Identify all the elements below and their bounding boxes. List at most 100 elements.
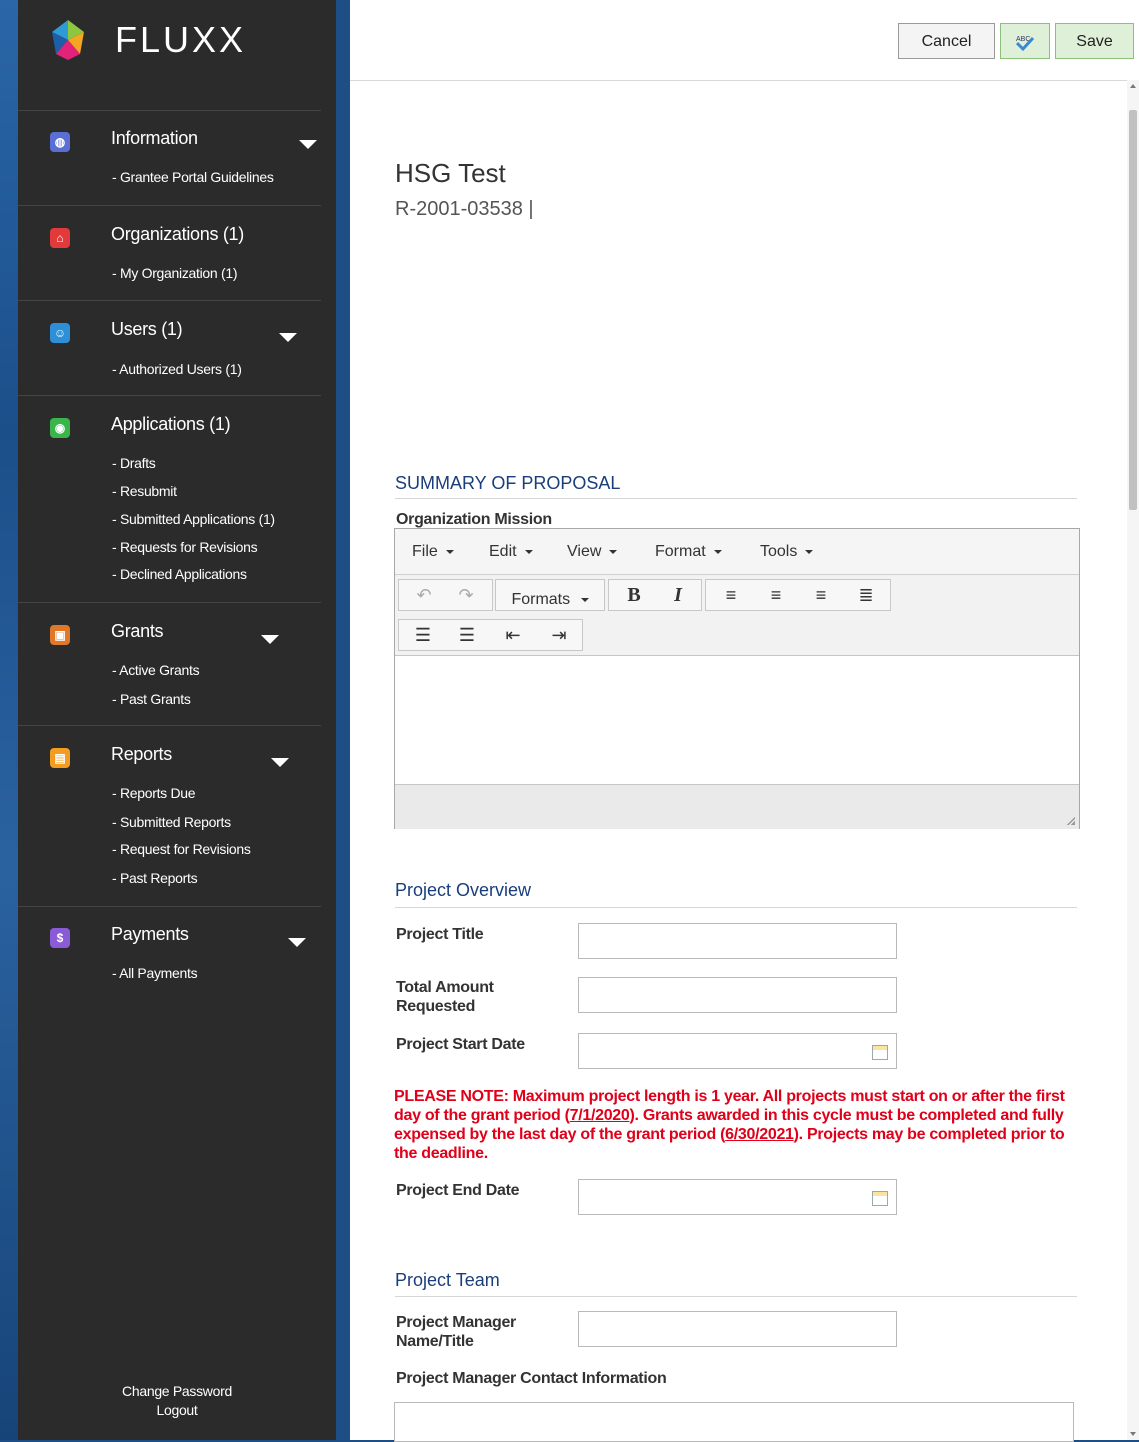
project-title-input[interactable] (578, 923, 897, 959)
bold-icon[interactable]: B (615, 580, 653, 610)
formats-dropdown[interactable]: Formats (495, 579, 605, 611)
menu-tools[interactable]: Tools (760, 543, 813, 561)
organization-icon: ⌂ (50, 228, 70, 248)
nav-item-all-payments[interactable]: - All Payments (112, 965, 198, 981)
undo-icon[interactable]: ↶ (405, 580, 443, 610)
project-start-date-input[interactable] (578, 1033, 897, 1069)
total-amount-label-line: Requested (396, 998, 476, 1015)
outdent-icon[interactable]: ⇤ (493, 620, 533, 650)
save-button[interactable]: Save (1055, 23, 1134, 59)
indent-icon[interactable]: ⇥ (539, 620, 579, 650)
menu-format[interactable]: Format (655, 543, 722, 561)
nav-item-submitted-applications[interactable]: - Submitted Applications (1) (112, 511, 275, 527)
nav-title: Information (111, 128, 198, 148)
nav-item-reports-due[interactable]: - Reports Due (112, 785, 196, 801)
calendar-icon[interactable] (872, 1045, 888, 1060)
main-content: Cancel ABC Save HSG Test R-2001-03538 | … (350, 0, 1139, 1442)
nav-title: Users (1) (111, 319, 183, 339)
nav-header-reports[interactable]: ▤ Reports (18, 742, 321, 772)
divider (395, 498, 1077, 499)
nav-header-organizations[interactable]: ⌂ Organizations (1) (18, 222, 321, 252)
nav-item-grantee-portal-guidelines[interactable]: - Grantee Portal Guidelines (112, 169, 274, 185)
redo-icon[interactable]: ↷ (447, 580, 485, 610)
action-bar: Cancel ABC Save (350, 0, 1139, 81)
note-start-date: 7/1/2020 (569, 1107, 630, 1124)
divider (18, 906, 321, 907)
spellcheck-icon: ABC (1014, 31, 1036, 53)
chevron-down-icon[interactable] (288, 938, 306, 947)
nav-item-past-grants[interactable]: - Past Grants (112, 691, 191, 707)
history-group: ↶ ↷ (398, 579, 493, 611)
fluxx-logo-icon (46, 18, 90, 62)
nav-item-requests-for-revisions[interactable]: - Requests for Revisions (112, 539, 258, 555)
chevron-down-icon[interactable] (271, 758, 289, 767)
formats-text: Formats (511, 591, 571, 608)
sidebar: FLUXX ◍ Information - Grantee Portal Gui… (18, 0, 336, 1440)
align-left-icon[interactable]: ≡ (711, 580, 751, 610)
organization-mission-label: Organization Mission (396, 511, 552, 528)
payments-icon: $ (50, 928, 70, 948)
project-length-note: PLEASE NOTE: Maximum project length is 1… (394, 1087, 1080, 1163)
editor-statusbar (395, 784, 1079, 829)
nav-title: Payments (111, 924, 189, 944)
scrollbar[interactable] (1127, 80, 1139, 1440)
nav-header-grants[interactable]: ▣ Grants (18, 619, 321, 649)
nav-item-resubmit[interactable]: - Resubmit (112, 483, 177, 499)
menu-view[interactable]: View (567, 543, 617, 561)
project-end-date-input[interactable] (578, 1179, 897, 1215)
project-manager-contact-input[interactable] (394, 1402, 1074, 1442)
total-amount-label-line: Total Amount (396, 979, 494, 996)
nav-item-drafts[interactable]: - Drafts (112, 455, 156, 471)
info-icon: ◍ (50, 132, 70, 152)
nav-header-users[interactable]: ☺ Users (1) (18, 317, 321, 347)
cancel-button[interactable]: Cancel (898, 23, 995, 59)
project-manager-input[interactable] (578, 1311, 897, 1347)
scrollbar-thumb[interactable] (1129, 110, 1137, 510)
nav-item-past-reports[interactable]: - Past Reports (112, 870, 198, 886)
align-justify-icon[interactable]: ≣ (846, 580, 886, 610)
record-reference: R-2001-03538 | (395, 198, 534, 220)
scroll-down-icon[interactable] (1130, 1432, 1136, 1436)
nav-item-request-for-revisions[interactable]: - Request for Revisions (112, 841, 251, 857)
desktop-background (0, 0, 18, 1440)
italic-icon[interactable]: I (659, 580, 697, 610)
chevron-down-icon[interactable] (279, 333, 297, 342)
nav-header-payments[interactable]: $ Payments (18, 922, 321, 952)
menu-edit[interactable]: Edit (489, 543, 533, 561)
nav-title: Grants (111, 621, 164, 641)
divider (18, 205, 321, 206)
editor-text-area[interactable] (395, 656, 1079, 784)
calendar-icon[interactable] (872, 1191, 888, 1206)
nav-header-information[interactable]: ◍ Information (18, 126, 321, 156)
total-amount-input[interactable] (578, 977, 897, 1013)
total-amount-label: Total Amount Requested (396, 978, 494, 1016)
rich-text-editor: File Edit View Format Tools ↶ ↷ Formats … (394, 528, 1080, 829)
logout-link[interactable]: Logout (18, 1401, 336, 1420)
scroll-up-icon[interactable] (1130, 84, 1136, 88)
project-manager-label: Project Manager Name/Title (396, 1313, 516, 1351)
divider (18, 725, 321, 726)
nav-header-applications[interactable]: ◉ Applications (1) (18, 412, 321, 442)
numbered-list-icon[interactable]: ☰ (447, 620, 487, 650)
page-title: HSG Test (395, 158, 506, 188)
nav-item-declined-applications[interactable]: - Declined Applications (112, 566, 247, 582)
nav-title: Applications (1) (111, 414, 231, 434)
nav-item-submitted-reports[interactable]: - Submitted Reports (112, 814, 231, 830)
bullet-list-icon[interactable]: ☰ (403, 620, 443, 650)
align-right-icon[interactable]: ≡ (801, 580, 841, 610)
logo[interactable]: FLUXX (46, 18, 246, 62)
chevron-down-icon[interactable] (261, 635, 279, 644)
chevron-down-icon[interactable] (299, 140, 317, 149)
spellcheck-button[interactable]: ABC (1000, 23, 1050, 59)
caret-down-icon (580, 597, 589, 602)
nav-item-active-grants[interactable]: - Active Grants (112, 662, 200, 678)
menu-file[interactable]: File (412, 543, 454, 561)
align-center-icon[interactable]: ≡ (756, 580, 796, 610)
nav-item-authorized-users[interactable]: - Authorized Users (1) (112, 361, 242, 377)
sidebar-footer: Change Password Logout (18, 1382, 336, 1420)
resize-handle-icon[interactable] (1067, 817, 1075, 825)
section-heading-summary: SUMMARY OF PROPOSAL (395, 473, 621, 493)
change-password-link[interactable]: Change Password (18, 1382, 336, 1401)
nav-item-my-organization[interactable]: - My Organization (1) (112, 265, 237, 281)
formats-label: Formats (496, 585, 604, 615)
